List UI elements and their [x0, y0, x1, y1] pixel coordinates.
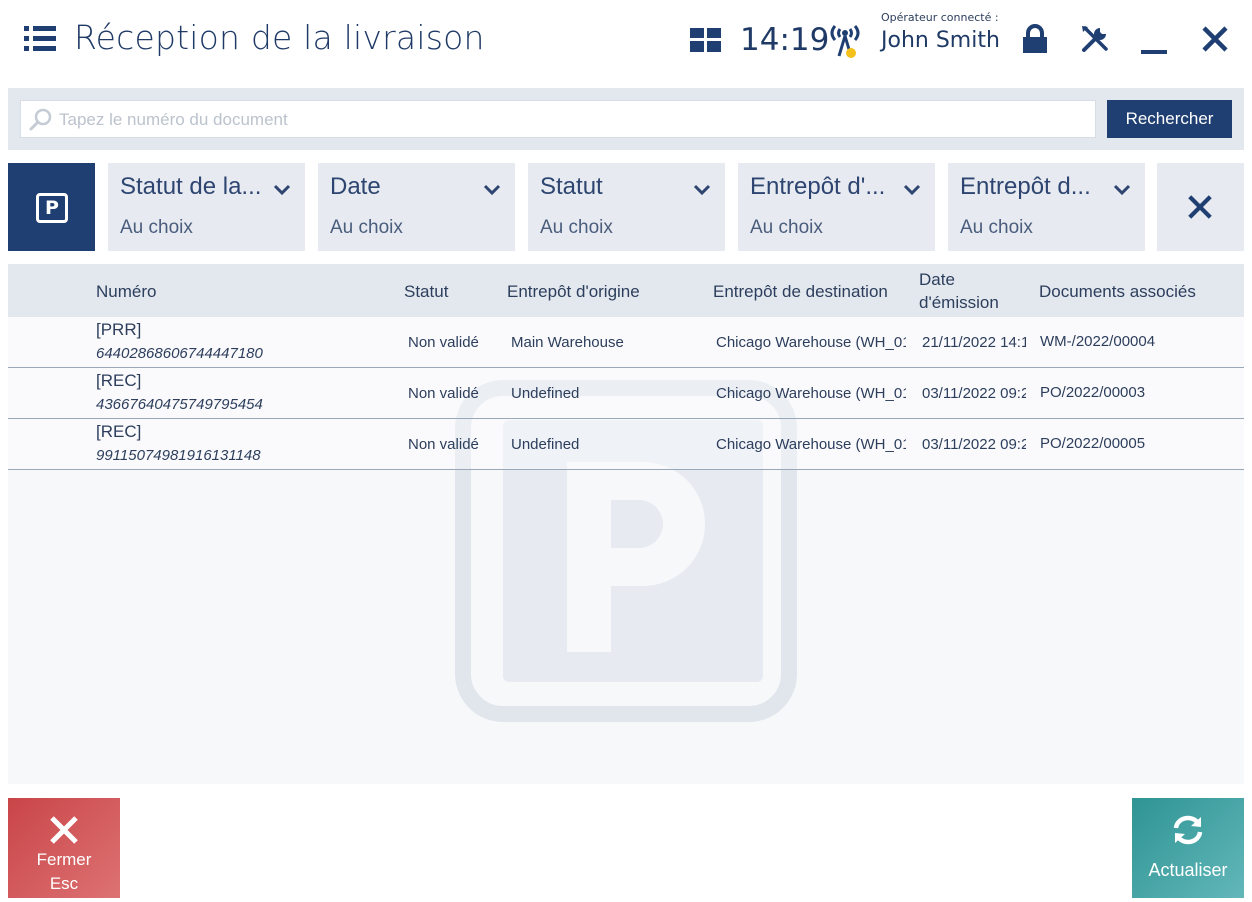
- table-header: Numéro Statut Entrepôt d'origine Entrepô…: [8, 264, 1244, 317]
- column-header-date-line2[interactable]: d'émission: [919, 292, 999, 314]
- filter-date[interactable]: Date Au choix: [318, 163, 515, 251]
- filter-entrepot-destination[interactable]: Entrepôt d... Au choix: [948, 163, 1145, 251]
- row-statut: Non validé: [408, 334, 479, 351]
- row-date: 03/11/2022 09:2: [922, 385, 1026, 402]
- signal-icon: [830, 25, 860, 58]
- filter-label: Date: [330, 173, 381, 200]
- row-date: 21/11/2022 14:1: [922, 334, 1026, 351]
- tiles-icon[interactable]: [690, 28, 721, 52]
- chevron-down-icon: [903, 184, 921, 196]
- documents-table: Numéro Statut Entrepôt d'origine Entrepô…: [8, 264, 1244, 784]
- row-type: [PRR]: [96, 320, 142, 339]
- tools-icon[interactable]: [1080, 24, 1110, 54]
- clear-icon: [1188, 195, 1212, 219]
- row-statut: Non validé: [408, 436, 479, 453]
- filter-label: Statut de la...: [120, 173, 262, 200]
- row-destination: Chicago Warehouse (WH_01): [716, 334, 906, 351]
- search-input[interactable]: [59, 105, 1089, 135]
- row-type: [REC]: [96, 371, 142, 390]
- chevron-down-icon: [693, 184, 711, 196]
- close-icon[interactable]: [1200, 24, 1230, 54]
- filter-statut-de-la[interactable]: Statut de la... Au choix: [108, 163, 305, 251]
- menu-icon[interactable]: [24, 26, 56, 52]
- close-button[interactable]: Fermer Esc: [8, 798, 120, 898]
- row-documents: PO/2022/00005: [1040, 435, 1146, 452]
- refresh-button[interactable]: Actualiser: [1132, 798, 1244, 898]
- chevron-down-icon: [1113, 184, 1131, 196]
- column-header-numero[interactable]: Numéro: [96, 281, 156, 303]
- clear-filters-button[interactable]: [1157, 163, 1244, 251]
- row-documents: WM-/2022/00004: [1040, 333, 1156, 350]
- minimize-icon[interactable]: [1141, 24, 1169, 54]
- column-header-date-line1[interactable]: Date: [919, 269, 955, 291]
- close-button-label: Fermer: [36, 850, 92, 869]
- table-row[interactable]: [REC] 99115074981916131148 Non validé Un…: [8, 419, 1244, 470]
- column-header-documents[interactable]: Documents associés: [1039, 281, 1196, 303]
- clock: 14:19: [740, 22, 830, 58]
- close-x-icon: [50, 816, 78, 844]
- table-row[interactable]: [PRR] 64402868606744447180 Non validé Ma…: [8, 317, 1244, 368]
- row-statut: Non validé: [408, 385, 479, 402]
- row-origine: Undefined: [511, 436, 580, 453]
- close-button-shortcut: Esc: [49, 874, 79, 893]
- operator-label: Opérateur connecté :: [881, 11, 999, 24]
- filter-value: Au choix: [750, 217, 823, 238]
- filter-entrepot-origine[interactable]: Entrepôt d'... Au choix: [738, 163, 935, 251]
- refresh-button-label: Actualiser: [1148, 860, 1228, 880]
- row-documents: PO/2022/00003: [1040, 384, 1146, 401]
- row-code: 43667640475749795454: [96, 396, 263, 413]
- search-icon: [29, 108, 52, 131]
- row-origine: Undefined: [511, 385, 580, 402]
- row-code: 99115074981916131148: [96, 447, 261, 464]
- search-bar: Rechercher: [8, 88, 1244, 150]
- row-date: 03/11/2022 09:2: [922, 436, 1026, 453]
- refresh-icon: [1173, 815, 1203, 845]
- page-title: Réception de la livraison: [74, 18, 485, 57]
- filter-label: Entrepôt d...: [960, 173, 1091, 200]
- app-header: Réception de la livraison 14:19 Opérateu…: [0, 0, 1252, 82]
- column-header-origine[interactable]: Entrepôt d'origine: [507, 281, 640, 303]
- chevron-down-icon: [273, 184, 291, 196]
- filter-value: Au choix: [540, 217, 613, 238]
- row-destination: Chicago Warehouse (WH_01): [716, 385, 906, 402]
- row-origine: Main Warehouse: [511, 334, 624, 351]
- table-row[interactable]: [REC] 43667640475749795454 Non validé Un…: [8, 368, 1244, 419]
- chevron-down-icon: [483, 184, 501, 196]
- filter-value: Au choix: [330, 217, 403, 238]
- filter-label: Entrepôt d'...: [750, 173, 886, 200]
- filter-p-button[interactable]: P: [8, 163, 95, 251]
- row-code: 64402868606744447180: [96, 345, 263, 362]
- column-header-destination[interactable]: Entrepôt de destination: [713, 281, 888, 303]
- search-button[interactable]: Rechercher: [1107, 100, 1232, 138]
- lock-icon[interactable]: [1021, 24, 1049, 54]
- parking-icon: P: [36, 193, 68, 223]
- column-header-statut[interactable]: Statut: [404, 281, 448, 303]
- operator-name[interactable]: John Smith: [881, 28, 1000, 53]
- search-field[interactable]: [20, 100, 1096, 138]
- filter-value: Au choix: [120, 217, 193, 238]
- row-type: [REC]: [96, 422, 142, 441]
- row-destination: Chicago Warehouse (WH_01): [716, 436, 906, 453]
- filter-value: Au choix: [960, 217, 1033, 238]
- filter-statut[interactable]: Statut Au choix: [528, 163, 725, 251]
- filter-label: Statut: [540, 173, 603, 200]
